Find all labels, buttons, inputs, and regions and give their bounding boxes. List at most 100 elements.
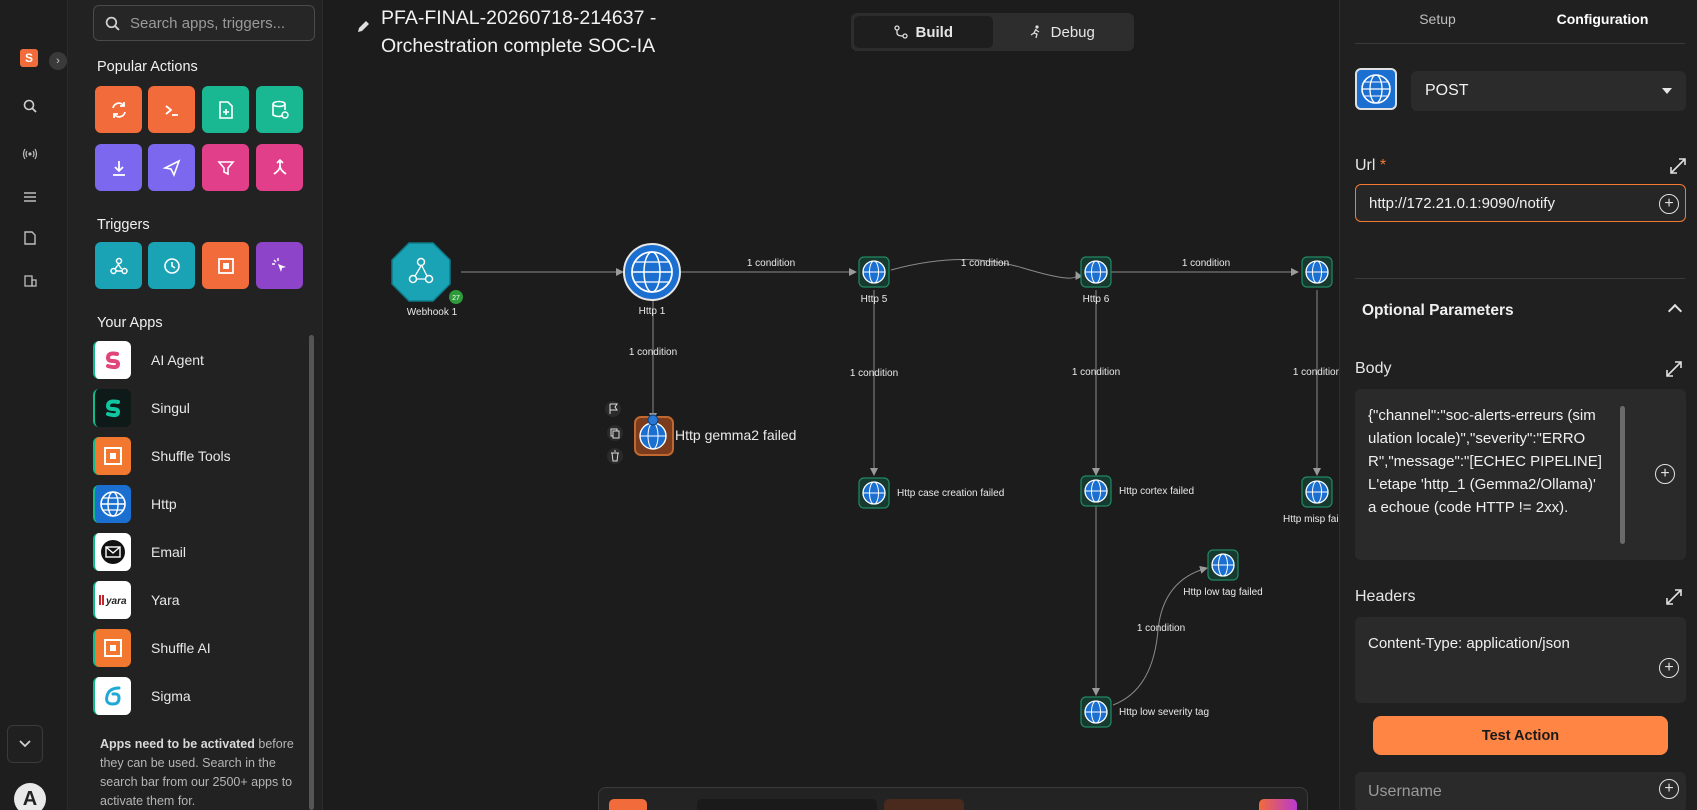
add-variable-icon[interactable]: + (1659, 194, 1679, 214)
node-label: Http case creation failed (897, 488, 1004, 499)
config-tabs: Setup Configuration (1355, 0, 1685, 44)
webhook-node: 27 Webhook 1 (391, 242, 463, 318)
node-label: Http 5 (861, 294, 888, 305)
toolbar-slot[interactable] (884, 799, 964, 810)
expand-icon[interactable] (1666, 589, 1682, 605)
headers-value: Content-Type: application/json (1368, 635, 1570, 652)
http6-node: Http 6 (1080, 256, 1112, 305)
globe-icon (93, 485, 131, 523)
node-label: Http misp fail (1283, 514, 1339, 525)
method-select[interactable]: POST (1411, 71, 1686, 111)
test-action-button[interactable]: Test Action (1373, 716, 1668, 755)
user-input-trigger-tile[interactable] (256, 242, 303, 289)
body-label: Body (1355, 360, 1392, 377)
debug-button[interactable]: Debug (993, 16, 1132, 48)
app-item-shuffle-tools[interactable]: Shuffle Tools (93, 434, 311, 478)
schedule-trigger-tile[interactable] (148, 242, 195, 289)
search-icon (104, 15, 120, 31)
shuffle-logo-icon[interactable]: S (20, 49, 38, 67)
database-action-tile[interactable] (256, 86, 303, 133)
build-button[interactable]: Build (854, 16, 993, 48)
app-item-ai-agent[interactable]: AI Agent (93, 338, 311, 382)
app-label: Shuffle Tools (151, 448, 231, 464)
toolbar-ai-button[interactable] (1259, 799, 1297, 810)
tab-setup[interactable]: Setup (1355, 0, 1520, 43)
app-item-http[interactable]: Http (93, 482, 311, 526)
edge-label: 1 condition (1293, 367, 1339, 378)
headers-label: Headers (1355, 588, 1416, 605)
node-label: Webhook 1 (407, 307, 458, 318)
url-value: http://172.21.0.1:9090/notify (1369, 194, 1555, 212)
expand-icon[interactable] (1666, 361, 1682, 377)
new-file-action-tile[interactable] (202, 86, 249, 133)
username-placeholder: Username (1368, 783, 1442, 800)
send-action-tile[interactable] (148, 144, 195, 191)
list-icon[interactable] (22, 189, 38, 205)
optional-params-title[interactable]: Optional Parameters (1362, 302, 1514, 320)
shuffle-tools-icon (93, 437, 131, 475)
repeat-action-tile[interactable] (95, 86, 142, 133)
app-label: Shuffle AI (151, 640, 211, 656)
broadcast-icon[interactable] (22, 146, 38, 162)
building-icon[interactable] (22, 272, 38, 288)
url-input[interactable]: http://172.21.0.1:9090/notify (1355, 184, 1686, 222)
body-textarea[interactable]: {"channel":"soc-alerts-erreurs (simulati… (1355, 389, 1686, 560)
node-label: Http cortex failed (1119, 486, 1194, 497)
http-misp-failed-node: Http misp fail (1283, 476, 1339, 525)
http-low-tag-failed-node: Http low tag failed (1183, 549, 1263, 598)
node-label: Http gemma2 failed (675, 427, 796, 443)
http-low-severity-node: Http low severity tag (1080, 696, 1209, 728)
popular-actions-title: Popular Actions (97, 59, 198, 75)
workflow-canvas[interactable]: 1 condition 1 condition 1 condition 1 co… (323, 0, 1339, 810)
filter-action-tile[interactable] (202, 144, 249, 191)
username-input[interactable]: Username (1355, 772, 1686, 810)
add-variable-icon[interactable]: + (1659, 779, 1679, 799)
webhook-trigger-tile[interactable] (95, 242, 142, 289)
search-icon[interactable] (22, 98, 38, 114)
triggers-title: Triggers (97, 217, 150, 233)
workflow-title[interactable]: PFA-FINAL-20260718-214637 - Orchestratio… (381, 4, 701, 60)
terminal-action-tile[interactable] (148, 86, 195, 133)
chevron-right-icon[interactable]: › (49, 52, 67, 70)
app-item-sigma[interactable]: Sigma (93, 674, 311, 718)
toolbar-shuffle-button[interactable] (609, 799, 647, 810)
trash-icon (607, 448, 623, 464)
sigma-logo-icon (93, 677, 131, 715)
app-label: Sigma (151, 688, 191, 704)
edge-label: 1 condition (629, 347, 677, 358)
add-variable-icon[interactable]: + (1659, 658, 1679, 678)
required-marker: * (1379, 157, 1387, 174)
panel-scrollbar[interactable] (309, 335, 314, 810)
headers-textarea[interactable]: Content-Type: application/json + (1355, 617, 1686, 703)
caret-down-icon (1662, 88, 1672, 94)
divider (1355, 278, 1685, 279)
shuffle-trigger-tile[interactable] (202, 242, 249, 289)
debug-label: Debug (1050, 23, 1095, 41)
svg-text:yara: yara (105, 596, 127, 607)
method-value: POST (1425, 82, 1469, 99)
document-icon[interactable] (22, 230, 38, 246)
mode-switch: Build Debug (851, 13, 1134, 51)
merge-action-tile[interactable] (256, 144, 303, 191)
http-cortex-failed-node: Http cortex failed (1080, 475, 1194, 507)
search-box[interactable] (93, 5, 315, 41)
add-variable-icon[interactable]: + (1655, 464, 1675, 484)
app-label: Email (151, 544, 187, 560)
chevron-up-icon[interactable] (1667, 303, 1683, 319)
pencil-icon[interactable] (356, 19, 372, 35)
activation-note: Apps need to be activated before they ca… (100, 735, 300, 810)
app-item-shuffle-ai[interactable]: Shuffle AI (93, 626, 311, 670)
globe-icon (1355, 68, 1397, 110)
body-scrollbar[interactable] (1620, 406, 1625, 544)
chevron-down-icon[interactable] (7, 725, 43, 763)
expand-icon[interactable] (1670, 158, 1686, 174)
app-item-email[interactable]: Email (93, 530, 311, 574)
http1-node: Http 1 (623, 243, 681, 317)
tab-configuration[interactable]: Configuration (1520, 0, 1685, 43)
search-input[interactable] (130, 14, 300, 32)
download-action-tile[interactable] (95, 144, 142, 191)
avatar[interactable]: A (14, 783, 46, 810)
app-item-yara[interactable]: yara Yara (93, 578, 311, 622)
toolbar-slot[interactable] (697, 799, 877, 810)
app-item-singul[interactable]: Singul (93, 386, 311, 430)
